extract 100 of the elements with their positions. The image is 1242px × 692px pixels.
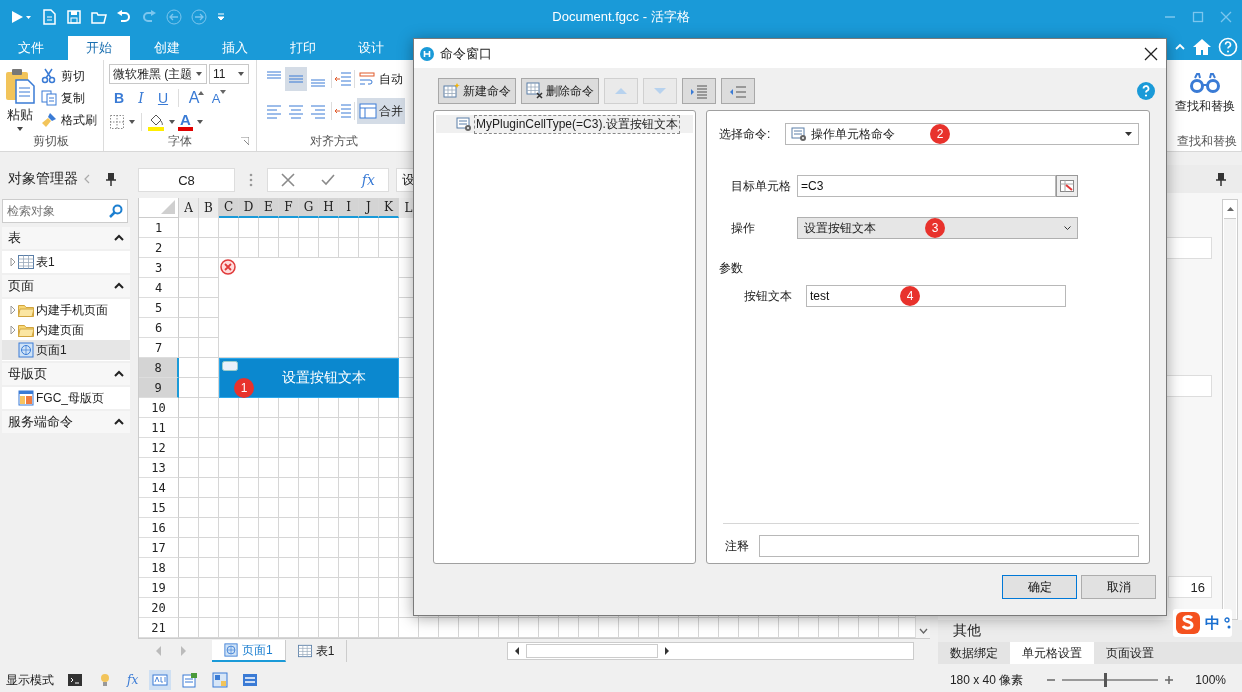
zoom-out-icon[interactable] <box>1047 676 1056 684</box>
column-header[interactable]: H <box>319 198 339 218</box>
column-header[interactable]: E <box>259 198 279 218</box>
command-item[interactable]: MyPluginCellType(=C3).设置按钮文本 <box>436 115 693 133</box>
merge-cells-button[interactable]: 合并 <box>357 98 405 124</box>
row-header[interactable]: 9 <box>139 378 179 398</box>
cell-picker-button[interactable] <box>1056 175 1078 197</box>
pin-icon[interactable] <box>1216 172 1226 186</box>
font-size-dropdown[interactable]: 11 <box>209 64 249 84</box>
scroll-right-icon[interactable] <box>664 646 671 656</box>
undo-icon[interactable] <box>116 9 132 25</box>
copy-button[interactable]: 复制 <box>41 88 97 108</box>
help-icon[interactable] <box>1218 37 1238 57</box>
panel-tab[interactable]: 单元格设置 <box>1010 642 1094 664</box>
folder-icon[interactable] <box>91 9 107 25</box>
insert-function-button[interactable]: fx <box>361 172 375 188</box>
vertical-scrollbar[interactable] <box>1222 199 1238 620</box>
sheet-tab[interactable]: 表1 <box>285 640 348 662</box>
property-field[interactable]: 16 <box>1168 576 1212 598</box>
bold-button[interactable]: B <box>109 88 129 108</box>
tree-item[interactable]: 内建页面 <box>2 320 130 340</box>
delete-command-button[interactable]: 删除命令 <box>521 78 599 104</box>
maximize-icon[interactable] <box>1192 11 1204 23</box>
italic-button[interactable]: I <box>131 88 151 108</box>
new-document-icon[interactable] <box>41 9 57 25</box>
row-header[interactable]: 13 <box>139 458 179 478</box>
cut-button[interactable]: 剪切 <box>41 66 97 86</box>
row-header[interactable]: 2 <box>139 238 179 258</box>
row-header[interactable]: 16 <box>139 518 179 538</box>
select-all-icon[interactable] <box>161 200 175 214</box>
column-header[interactable]: J <box>359 198 379 218</box>
note-field[interactable] <box>759 535 1139 557</box>
font-color-button[interactable]: A <box>178 112 204 132</box>
slider-thumb[interactable] <box>1104 673 1108 687</box>
panel-tab[interactable]: 页面设置 <box>1094 642 1166 664</box>
close-icon[interactable] <box>1144 46 1158 61</box>
button-cell[interactable]: 设置按钮文本 1 <box>219 358 399 398</box>
row-header[interactable]: 17 <box>139 538 179 558</box>
row-header[interactable]: 15 <box>139 498 179 518</box>
fill-color-button[interactable] <box>147 112 176 132</box>
more-dots-icon[interactable] <box>249 173 253 187</box>
confirm-icon[interactable] <box>321 173 336 187</box>
pin-icon[interactable] <box>106 172 116 186</box>
column-header[interactable]: K <box>379 198 399 218</box>
indent-icon[interactable] <box>334 69 352 89</box>
home-icon[interactable] <box>1192 37 1212 57</box>
scroll-up-icon[interactable] <box>1225 206 1235 212</box>
sheet-tab[interactable]: 页面1 <box>212 640 286 662</box>
row-header[interactable]: 4 <box>139 278 179 298</box>
column-header[interactable]: F <box>279 198 299 218</box>
help-icon[interactable] <box>1136 81 1156 101</box>
row-header[interactable]: 8 <box>139 358 179 378</box>
row-header[interactable]: 3 <box>139 258 179 278</box>
cancel-icon[interactable] <box>281 173 296 187</box>
column-header[interactable]: C <box>219 198 239 218</box>
horizontal-scrollbar[interactable] <box>507 642 914 660</box>
borders-button[interactable] <box>109 112 136 132</box>
ok-button[interactable]: 确定 <box>1002 575 1077 599</box>
section-header[interactable]: 母版页 <box>2 363 130 385</box>
underline-button[interactable]: U <box>153 88 173 108</box>
next-sheet-icon[interactable] <box>180 646 186 656</box>
wrap-text-button[interactable]: 自动 <box>357 66 405 92</box>
row-header[interactable]: 19 <box>139 578 179 598</box>
row-header[interactable]: 14 <box>139 478 179 498</box>
format-painter-button[interactable]: 格式刷 <box>41 110 97 130</box>
section-header[interactable]: 服务端命令 <box>2 411 130 433</box>
panel-tab[interactable]: 数据绑定 <box>938 642 1010 664</box>
row-header[interactable]: 5 <box>139 298 179 318</box>
align-middle-icon[interactable] <box>285 67 307 91</box>
row-header[interactable]: 1 <box>139 218 179 238</box>
cancel-button[interactable]: 取消 <box>1081 575 1156 599</box>
scroll-down-icon[interactable] <box>918 628 928 634</box>
column-header[interactable]: D <box>239 198 259 218</box>
find-replace-button[interactable]: 查找和替换 <box>1175 60 1235 131</box>
shrink-font-button[interactable]: A <box>206 88 226 108</box>
new-command-button[interactable]: 新建命令 <box>438 78 516 104</box>
section-header[interactable]: 页面 <box>2 275 130 297</box>
column-header[interactable]: I <box>339 198 359 218</box>
row-header[interactable]: 7 <box>139 338 179 358</box>
font-name-dropdown[interactable]: 微软雅黑 (主题 <box>109 64 207 84</box>
row-header[interactable]: 21 <box>139 618 179 638</box>
row-header[interactable]: 10 <box>139 398 179 418</box>
tree-item[interactable]: FGC_母版页 <box>2 388 130 408</box>
row-header[interactable]: 18 <box>139 558 179 578</box>
tree-item[interactable]: 页面1 <box>2 340 130 360</box>
indent-list-button[interactable] <box>682 78 716 104</box>
search-input[interactable]: 检索对象 <box>3 203 109 219</box>
row-header[interactable]: 20 <box>139 598 179 618</box>
name-box[interactable]: C8 <box>138 168 235 192</box>
row-header[interactable]: 11 <box>139 418 179 438</box>
zoom-in-icon[interactable] <box>1165 676 1174 684</box>
outdent-list-button[interactable] <box>721 78 755 104</box>
column-header[interactable]: G <box>299 198 319 218</box>
ribbon-tab[interactable]: 开始 <box>68 36 130 60</box>
outdent-icon[interactable] <box>334 101 352 121</box>
save-icon[interactable] <box>66 9 82 25</box>
previous-sheet-icon[interactable] <box>156 646 162 656</box>
row-header[interactable]: 12 <box>139 438 179 458</box>
target-cell-field[interactable]: =C3 <box>797 175 1056 197</box>
input-method-bar[interactable]: 中 <box>1173 609 1232 637</box>
